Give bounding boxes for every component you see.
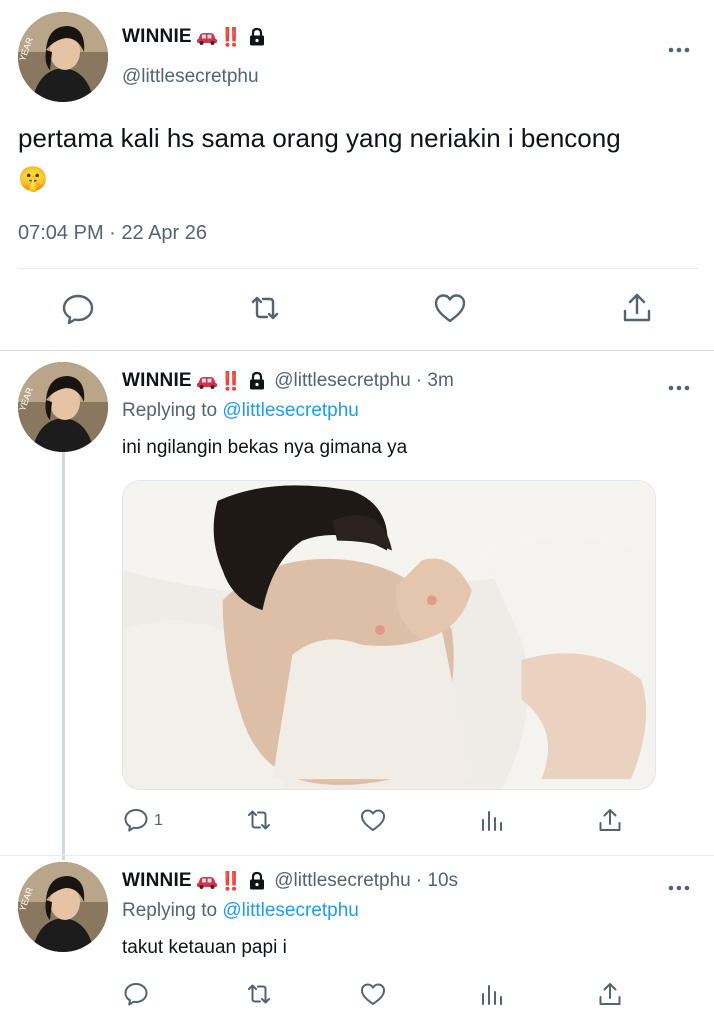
reply-text: ini ngilangin bekas nya gimana ya <box>122 437 408 458</box>
more-options-icon[interactable] <box>668 40 690 53</box>
attached-photo[interactable] <box>122 480 656 790</box>
retweet-button[interactable] <box>247 290 283 326</box>
reply-time[interactable]: · 3m <box>416 370 454 392</box>
reply-button[interactable] <box>122 806 150 834</box>
more-options-icon[interactable] <box>668 378 690 391</box>
analytics-icon <box>482 985 502 1005</box>
replying-to-label: Replying to <box>122 400 218 421</box>
reply-icon <box>62 294 94 325</box>
more-options-icon[interactable] <box>668 878 690 891</box>
author-handle[interactable]: @littlesecretphu <box>274 370 411 392</box>
lock-icon <box>248 371 266 391</box>
thread-line <box>62 452 65 860</box>
like-button[interactable] <box>432 290 468 326</box>
reply-time[interactable]: · 10s <box>416 870 458 892</box>
share-icon <box>623 293 651 322</box>
replying-to-handle[interactable]: @littlesecretphu <box>222 900 359 921</box>
author-name[interactable]: WINNIE <box>122 26 192 48</box>
like-icon <box>361 983 385 1005</box>
author-handle[interactable]: @littlesecretphu <box>274 870 411 892</box>
author-name[interactable]: WINNIE <box>122 370 192 392</box>
tweet-text: pertama kali hs sama orang yang neriakin… <box>18 118 698 200</box>
like-button[interactable] <box>359 806 387 834</box>
divider <box>18 268 698 269</box>
reply-icon <box>124 983 148 1006</box>
shushing-emoji: 🤫 <box>18 166 48 193</box>
like-button[interactable] <box>359 980 387 1008</box>
reply-button[interactable] <box>122 980 150 1008</box>
section-divider <box>0 350 714 351</box>
retweet-button[interactable] <box>245 806 273 834</box>
car-emoji-icon <box>196 873 218 889</box>
retweet-icon <box>248 810 270 830</box>
lock-icon <box>248 871 266 891</box>
replying-to-label: Replying to <box>122 900 218 921</box>
author-name[interactable]: WINNIE <box>122 870 192 892</box>
avatar[interactable]: YEAR <box>18 362 108 452</box>
share-button[interactable] <box>596 980 624 1008</box>
like-icon <box>361 809 385 831</box>
author-handle[interactable]: @littlesecretphu <box>122 66 259 88</box>
like-icon <box>434 294 466 323</box>
tweet-body: pertama kali hs sama orang yang neriakin… <box>18 123 621 153</box>
retweet-icon <box>248 984 270 1004</box>
analytics-button[interactable] <box>478 980 506 1008</box>
avatar[interactable]: YEAR <box>18 862 108 952</box>
share-button[interactable] <box>596 806 624 834</box>
reply-text: takut ketauan papi i <box>122 937 287 958</box>
double-exclamation-badge: ‼️ <box>219 26 242 47</box>
reply-button[interactable] <box>60 290 96 326</box>
double-exclamation-badge: ‼️ <box>219 870 242 891</box>
analytics-button[interactable] <box>478 806 506 834</box>
divider <box>0 855 714 856</box>
tweet-timestamp[interactable]: 07:04 PM · 22 Apr 26 <box>18 222 207 245</box>
replying-to-handle[interactable]: @littlesecretphu <box>222 400 359 421</box>
car-emoji-icon <box>196 29 218 45</box>
car-emoji-icon <box>196 373 218 389</box>
reply-count: 1 <box>154 812 163 829</box>
share-icon <box>599 809 621 831</box>
analytics-icon <box>482 811 502 831</box>
avatar[interactable]: YEAR <box>18 12 108 102</box>
double-exclamation-badge: ‼️ <box>219 370 242 391</box>
lock-icon <box>248 27 266 47</box>
share-icon <box>599 983 621 1005</box>
retweet-icon <box>251 296 279 320</box>
share-button[interactable] <box>619 290 655 326</box>
reply-icon <box>124 809 148 832</box>
retweet-button[interactable] <box>245 980 273 1008</box>
